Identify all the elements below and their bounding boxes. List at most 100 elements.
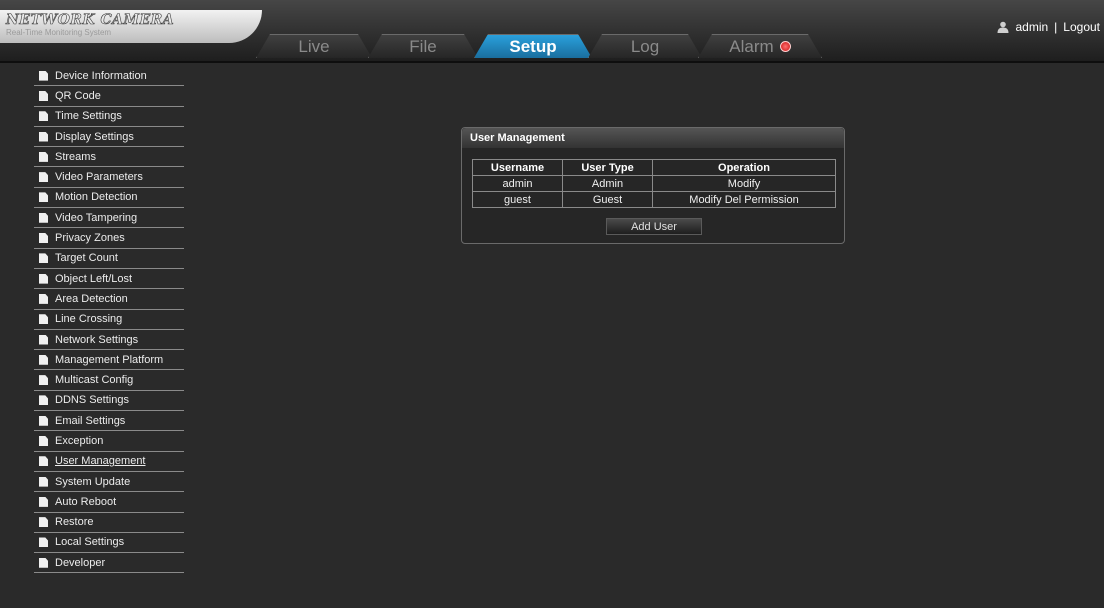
sidebar-item-label: Display Settings — [55, 130, 134, 143]
sidebar-item-label: Streams — [55, 150, 96, 163]
sidebar-item-auto-reboot[interactable]: Auto Reboot — [34, 492, 184, 513]
tab-log[interactable]: Log — [588, 34, 702, 58]
document-icon — [39, 90, 48, 101]
user-table: Username User Type Operation admin Admin… — [472, 159, 836, 208]
logout-link[interactable]: Logout — [1063, 20, 1100, 34]
cell-operation[interactable]: Modify Del Permission — [652, 191, 836, 208]
sidebar-item-local-settings[interactable]: Local Settings — [34, 533, 184, 554]
sidebar-item-label: Network Settings — [55, 333, 139, 346]
sidebar-item-label: Auto Reboot — [55, 495, 117, 508]
cell-username: admin — [472, 175, 563, 192]
sidebar-item-privacy-zones[interactable]: Privacy Zones — [34, 228, 184, 249]
tab-file-label: File — [409, 36, 437, 56]
tab-file[interactable]: File — [368, 34, 478, 58]
user-icon — [997, 21, 1009, 33]
sidebar-item-label: Exception — [55, 434, 104, 447]
panel-title: User Management — [462, 128, 844, 148]
user-management-panel: User Management Username User Type Opera… — [461, 127, 845, 244]
tab-setup[interactable]: Setup — [474, 34, 592, 58]
document-icon — [39, 415, 48, 426]
sidebar-item-label: Motion Detection — [55, 191, 138, 204]
sidebar-item-label: Developer — [55, 556, 106, 569]
sidebar-item-system-update[interactable]: System Update — [34, 472, 184, 493]
sidebar-item-management-platform[interactable]: Management Platform — [34, 350, 184, 371]
sidebar-item-exception[interactable]: Exception — [34, 431, 184, 452]
document-icon — [39, 537, 48, 548]
tab-alarm-label: Alarm — [729, 36, 774, 56]
alarm-indicator-icon — [780, 41, 791, 52]
sidebar-item-label: Video Tampering — [55, 211, 138, 224]
sidebar-item-email-settings[interactable]: Email Settings — [34, 411, 184, 432]
sidebar-item-label: Target Count — [55, 252, 118, 265]
document-icon — [39, 212, 48, 223]
document-icon — [39, 293, 48, 304]
sidebar-item-label: Multicast Config — [55, 374, 134, 387]
sidebar-item-label: Time Settings — [55, 110, 122, 123]
document-icon — [39, 131, 48, 142]
table-header-row: Username User Type Operation — [472, 159, 836, 176]
cell-user-type: Guest — [562, 191, 653, 208]
sidebar-item-motion-detection[interactable]: Motion Detection — [34, 188, 184, 209]
document-icon — [39, 354, 48, 365]
header-separator: | — [1054, 20, 1058, 34]
sidebar-item-qr-code[interactable]: QR Code — [34, 86, 184, 107]
sidebar-item-label: Object Left/Lost — [55, 272, 133, 285]
document-icon — [39, 435, 48, 446]
tab-live[interactable]: Live — [256, 34, 372, 58]
sidebar-item-label: User Management — [55, 455, 146, 468]
sidebar-item-line-crossing[interactable]: Line Crossing — [34, 310, 184, 330]
document-icon — [39, 70, 48, 81]
sidebar-item-network-settings[interactable]: Network Settings — [34, 330, 184, 351]
document-icon — [39, 375, 48, 386]
document-icon — [39, 253, 48, 264]
document-icon — [39, 395, 48, 406]
table-row: admin Admin Modify — [472, 175, 836, 192]
sidebar-item-label: Email Settings — [55, 414, 126, 427]
document-icon — [39, 476, 48, 487]
add-user-button[interactable]: Add User — [606, 218, 702, 235]
sidebar-item-device-information[interactable]: Device Information — [34, 66, 184, 87]
sidebar-item-label: Restore — [55, 516, 94, 529]
top-header: NETWORK CAMERA Real-Time Monitoring Syst… — [0, 0, 1104, 63]
document-icon — [39, 557, 48, 568]
column-header-user-type: User Type — [562, 159, 653, 176]
user-area: admin | Logout — [997, 20, 1100, 34]
document-icon — [39, 334, 48, 345]
sidebar-item-restore[interactable]: Restore — [34, 513, 184, 533]
sidebar-item-ddns-settings[interactable]: DDNS Settings — [34, 391, 184, 412]
sidebar-item-time-settings[interactable]: Time Settings — [34, 107, 184, 127]
sidebar-item-label: Area Detection — [55, 292, 128, 305]
current-username: admin — [1015, 20, 1049, 34]
document-icon — [39, 151, 48, 162]
setup-sidebar: Device Information QR Code Time Settings Di… — [34, 66, 184, 574]
sidebar-item-object-left-lost[interactable]: Object Left/Lost — [34, 269, 184, 290]
sidebar-item-developer[interactable]: Developer — [34, 553, 184, 574]
sidebar-item-label: System Update — [55, 475, 131, 488]
sidebar-item-user-management[interactable]: User Management — [34, 452, 184, 472]
sidebar-item-label: Privacy Zones — [55, 232, 125, 245]
tab-setup-label: Setup — [509, 36, 557, 56]
sidebar-item-display-settings[interactable]: Display Settings — [34, 127, 184, 148]
document-icon — [39, 456, 48, 467]
sidebar-item-streams[interactable]: Streams — [34, 147, 184, 168]
sidebar-item-video-parameters[interactable]: Video Parameters — [34, 167, 184, 188]
sidebar-item-label: DDNS Settings — [55, 394, 129, 407]
document-icon — [39, 111, 48, 122]
sidebar-item-label: Line Crossing — [55, 313, 123, 326]
tab-alarm[interactable]: Alarm — [698, 34, 822, 58]
column-header-operation: Operation — [652, 159, 836, 176]
sidebar-item-target-count[interactable]: Target Count — [34, 249, 184, 269]
document-icon — [39, 314, 48, 325]
sidebar-item-label: Management Platform — [55, 353, 164, 366]
sidebar-item-multicast-config[interactable]: Multicast Config — [34, 370, 184, 391]
cell-user-type: Admin — [562, 175, 653, 192]
cell-username: guest — [472, 191, 563, 208]
table-row: guest Guest Modify Del Permission — [472, 191, 836, 208]
sidebar-item-label: Local Settings — [55, 536, 125, 549]
sidebar-item-video-tampering[interactable]: Video Tampering — [34, 208, 184, 229]
column-header-username: Username — [472, 159, 563, 176]
document-icon — [39, 192, 48, 203]
cell-operation[interactable]: Modify — [652, 175, 836, 192]
document-icon — [39, 172, 48, 183]
sidebar-item-area-detection[interactable]: Area Detection — [34, 289, 184, 310]
